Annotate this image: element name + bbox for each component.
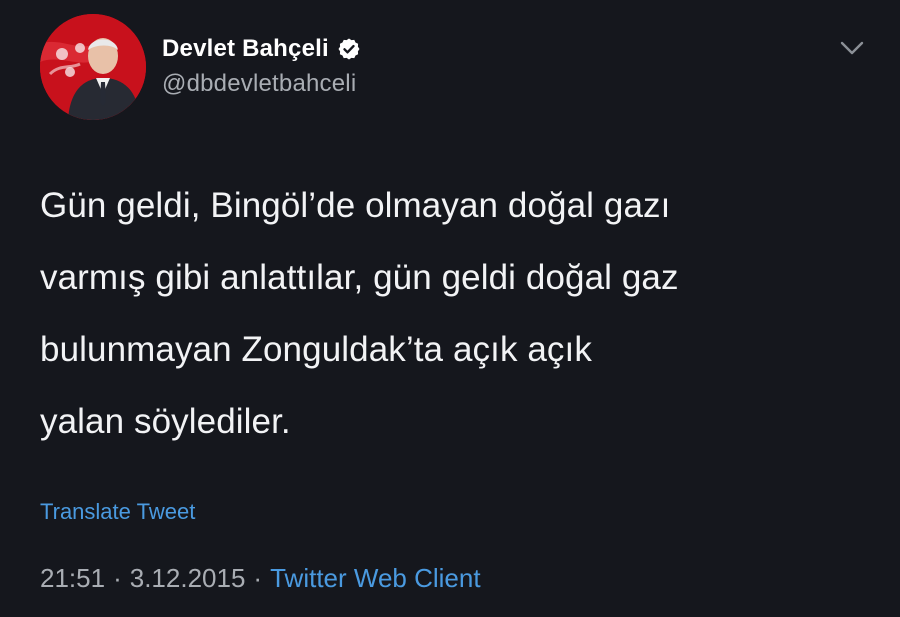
avatar[interactable] [40,14,146,120]
tweet-card: Devlet Bahçeli @dbdevletbahceli Gün geld… [0,0,900,617]
tweet-time[interactable]: 21:51 [40,563,105,594]
tweet-date[interactable]: 3.12.2015 [130,563,246,594]
verified-badge-icon [337,37,361,61]
tweet-meta: 21:51 · 3.12.2015 · Twitter Web Client [40,563,481,594]
author-info: Devlet Bahçeli @dbdevletbahceli [162,32,361,104]
chevron-down-icon[interactable] [834,32,870,64]
name-row: Devlet Bahçeli [162,32,361,66]
display-name[interactable]: Devlet Bahçeli [162,35,329,63]
profile-photo [40,14,146,120]
tweet-text: Gün geldi, Bingöl’de olmayan doğal gazı … [40,186,679,441]
meta-separator: · [113,563,122,593]
handle[interactable]: @dbdevletbahceli [162,70,361,98]
meta-separator: · [253,563,263,593]
tweet-source-link[interactable]: Twitter Web Client [270,563,480,594]
translate-tweet-link[interactable]: Translate Tweet [40,499,195,525]
